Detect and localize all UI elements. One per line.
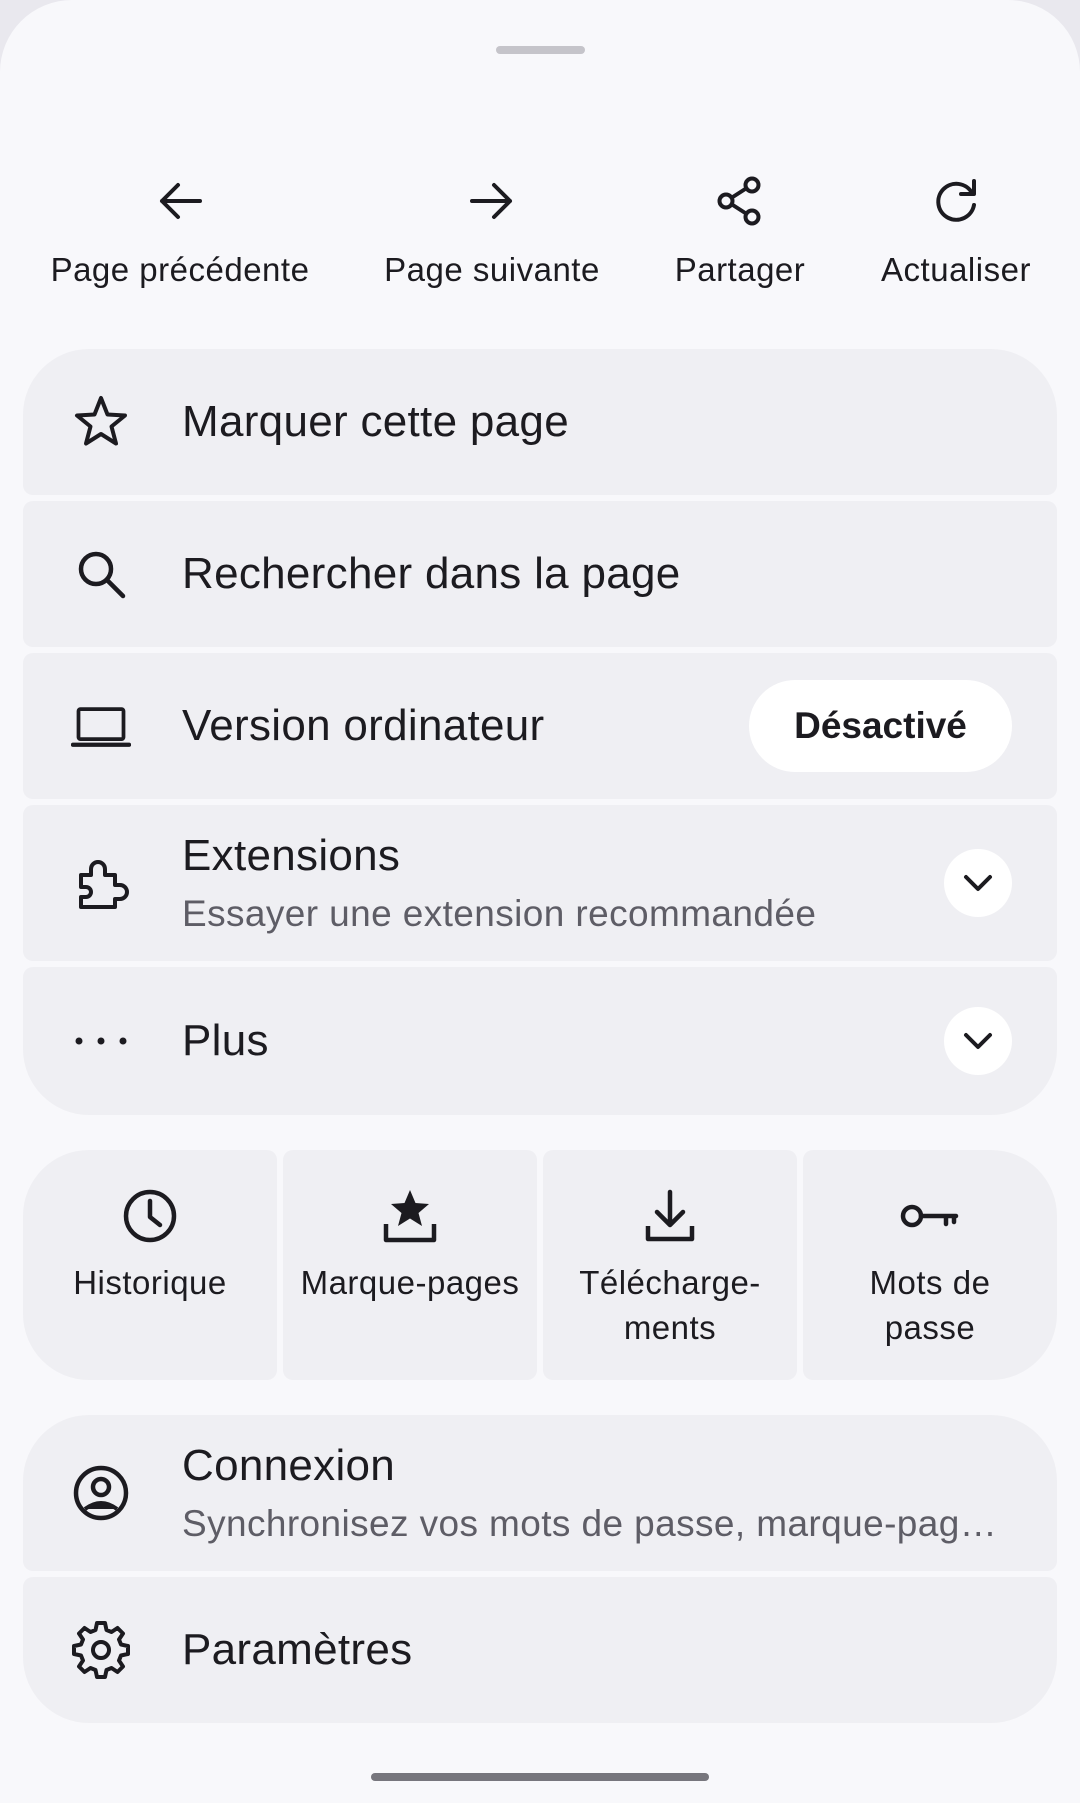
search-icon <box>71 544 131 604</box>
menu-item-sign-in[interactable]: Connexion Synchronisez vos mots de passe… <box>23 1415 1057 1571</box>
browser-menu-sheet: Page précédente Page suivante Partager A… <box>0 0 1080 1803</box>
account-group: Connexion Synchronisez vos mots de passe… <box>23 1415 1057 1723</box>
arrow-forward-icon <box>470 183 512 219</box>
clock-icon <box>123 1189 177 1243</box>
chevron-down-icon <box>964 875 992 891</box>
bookmark-page-title: Marquer cette page <box>182 397 569 446</box>
share-button[interactable]: Partager <box>660 165 820 305</box>
settings-title: Paramètres <box>182 1625 413 1674</box>
more-expand-button[interactable] <box>944 1007 1012 1075</box>
menu-item-extensions[interactable]: Extensions Essayer une extension recomma… <box>23 805 1057 961</box>
back-button[interactable]: Page précédente <box>35 165 325 305</box>
key-icon <box>900 1204 959 1228</box>
tile-downloads[interactable]: Télécharge- ments <box>543 1150 797 1380</box>
find-in-page-title: Rechercher dans la page <box>182 549 681 598</box>
main-menu-group: Marquer cette page Rechercher dans la pa… <box>23 349 1057 1115</box>
downloads-label: Télécharge- ments <box>579 1264 761 1346</box>
extensions-subtitle: Essayer une extension recommandée <box>182 893 817 934</box>
menu-item-bookmark-page[interactable]: Marquer cette page <box>23 349 1057 495</box>
account-circle-icon <box>71 1463 131 1523</box>
extensions-title: Extensions <box>182 831 401 880</box>
tile-history[interactable]: Historique <box>23 1150 277 1380</box>
back-label: Page précédente <box>50 251 310 288</box>
bookmarks-label: Marque-pages <box>300 1264 520 1301</box>
share-label: Partager <box>674 251 806 288</box>
drag-handle[interactable] <box>496 46 585 54</box>
arrow-back-icon <box>160 183 202 219</box>
passwords-label: Mots de passe <box>869 1264 991 1346</box>
home-indicator[interactable] <box>371 1773 709 1781</box>
more-horizontal-icon <box>71 1011 131 1071</box>
more-title: Plus <box>182 1016 269 1065</box>
menu-item-find-in-page[interactable]: Rechercher dans la page <box>23 501 1057 647</box>
history-label: Historique <box>73 1264 227 1301</box>
sign-in-subtitle: Synchronisez vos mots de passe, marque-p… <box>182 1503 1017 1544</box>
extensions-expand-button[interactable] <box>944 849 1012 917</box>
laptop-icon <box>71 696 131 756</box>
forward-label: Page suivante <box>384 251 600 288</box>
quick-access-tiles: Historique Marque-pages Télécharge- ment… <box>23 1150 1057 1380</box>
refresh-button[interactable]: Actualiser <box>866 165 1046 305</box>
forward-button[interactable]: Page suivante <box>372 165 612 305</box>
nav-actions-row: Page précédente Page suivante Partager A… <box>0 165 1080 305</box>
chevron-down-icon <box>964 1033 992 1049</box>
share-icon <box>717 176 761 226</box>
desktop-site-toggle[interactable]: Désactivé <box>749 680 1012 772</box>
bookmark-tray-icon <box>383 1190 437 1243</box>
download-icon <box>645 1189 695 1242</box>
refresh-icon <box>936 179 976 222</box>
menu-item-more[interactable]: Plus <box>23 967 1057 1115</box>
star-outline-icon <box>71 392 131 452</box>
refresh-label: Actualiser <box>881 251 1031 288</box>
tile-bookmarks[interactable]: Marque-pages <box>283 1150 537 1380</box>
tile-passwords[interactable]: Mots de passe <box>803 1150 1057 1380</box>
puzzle-icon <box>71 853 131 913</box>
sign-in-title: Connexion <box>182 1441 396 1490</box>
menu-item-desktop-site[interactable]: Version ordinateur Désactivé <box>23 653 1057 799</box>
menu-item-settings[interactable]: Paramètres <box>23 1577 1057 1723</box>
gear-icon <box>71 1620 131 1680</box>
